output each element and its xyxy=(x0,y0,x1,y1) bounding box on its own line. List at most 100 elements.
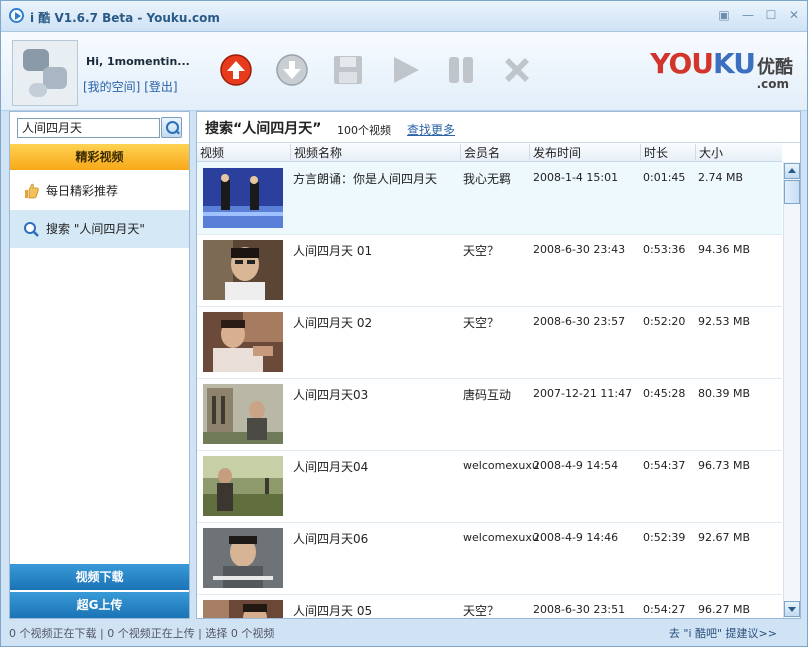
video-user: 唐码互动 xyxy=(463,388,512,402)
status-bar: 0 个视频正在下载 | 0 个视频正在上传 | 选择 0 个视频 去 "i 酷吧… xyxy=(1,622,807,646)
search-input[interactable]: 人间四月天 xyxy=(17,118,160,138)
video-title: 人间四月天 01 xyxy=(293,244,373,258)
avatar[interactable] xyxy=(12,40,78,106)
video-user: 天空？ xyxy=(463,604,500,618)
youku-logo: YOUKU 优酷 .com xyxy=(650,47,793,91)
video-thumbnail[interactable] xyxy=(203,384,283,444)
table-row[interactable]: 人间四月天06 welcomexuxu 2008-4-9 14:46 0:52:… xyxy=(197,522,782,595)
table-header: 视频 视频名称 会员名 发布时间 时长 大小 xyxy=(197,143,782,162)
scroll-down-button[interactable] xyxy=(784,601,800,617)
video-title: 人间四月天04 xyxy=(293,460,369,474)
sidebar: 人间四月天 精彩视频 每日精彩推荐 搜索 "人间四月天" 视频下载 超G上传 xyxy=(9,111,190,619)
restore-icon[interactable]: ▣ xyxy=(717,8,731,22)
video-size: 92.67 MB xyxy=(698,531,751,544)
thumbs-up-icon xyxy=(25,183,39,199)
table-row[interactable]: 人间四月天04 welcomexuxu 2008-4-9 14:54 0:54:… xyxy=(197,450,782,523)
video-thumbnail[interactable] xyxy=(203,528,283,588)
video-date: 2008-4-9 14:46 xyxy=(533,531,619,544)
video-size: 80.39 MB xyxy=(698,387,751,400)
video-date: 2008-1-4 15:01 xyxy=(533,171,619,184)
sidebar-item-search-result[interactable]: 搜索 "人间四月天" xyxy=(10,210,189,248)
video-duration: 0:53:36 xyxy=(643,243,686,256)
video-size: 96.73 MB xyxy=(698,459,751,472)
save-disk-icon[interactable] xyxy=(332,54,364,86)
video-title: 人间四月天03 xyxy=(293,388,369,402)
account-links: [我的空间] [登出] xyxy=(83,78,178,95)
minimize-icon[interactable]: — xyxy=(741,8,755,22)
video-user: 我心无羁 xyxy=(463,172,512,186)
video-user: welcomexuxu xyxy=(463,459,539,472)
video-duration: 0:54:37 xyxy=(643,459,686,472)
status-text: 0 个视频正在下载 | 0 个视频正在上传 | 选择 0 个视频 xyxy=(9,627,275,640)
search-button[interactable] xyxy=(161,117,182,138)
video-duration: 0:01:45 xyxy=(643,171,686,184)
col-user[interactable]: 会员名 xyxy=(460,144,500,160)
video-thumbnail[interactable] xyxy=(203,168,283,228)
video-user: welcomexuxu xyxy=(463,531,539,544)
video-date: 2008-6-30 23:43 xyxy=(533,243,626,256)
col-date[interactable]: 发布时间 xyxy=(529,144,581,160)
video-duration: 0:45:28 xyxy=(643,387,686,400)
greeting: Hi, 1momentin... xyxy=(86,55,190,68)
scroll-up-button[interactable] xyxy=(784,163,800,179)
video-date: 2008-6-30 23:57 xyxy=(533,315,626,328)
scroll-thumb[interactable] xyxy=(784,180,800,204)
download-arrow-icon[interactable] xyxy=(276,54,308,86)
upload-button[interactable]: 超G上传 xyxy=(10,592,189,618)
play-icon[interactable] xyxy=(390,54,422,86)
search-icon xyxy=(24,222,39,237)
maximize-icon[interactable]: ☐ xyxy=(764,8,778,22)
upload-arrow-icon[interactable] xyxy=(220,54,252,86)
feedback-link[interactable]: 去 "i 酷吧" 提建议>> xyxy=(669,622,777,646)
results-header: 搜索“人间四月天” 100个视频 查找更多 xyxy=(197,112,800,143)
video-thumbnail[interactable] xyxy=(203,600,283,618)
title-bar: i 酷 V1.6.7 Beta - Youku.com ▣ — ☐ ✕ xyxy=(1,1,807,32)
video-thumbnail[interactable] xyxy=(203,240,283,300)
video-title: 人间四月天 02 xyxy=(293,316,373,330)
section-title[interactable]: 精彩视频 xyxy=(10,144,189,170)
vertical-scrollbar[interactable] xyxy=(783,162,800,618)
col-title[interactable]: 视频名称 xyxy=(290,144,342,160)
video-user: 天空？ xyxy=(463,244,500,258)
video-download-button[interactable]: 视频下载 xyxy=(10,564,189,590)
video-title: 方言朗诵：你是人间四月天 xyxy=(293,172,438,186)
video-size: 92.53 MB xyxy=(698,315,751,328)
col-video[interactable]: 视频 xyxy=(197,144,224,160)
my-space-link[interactable]: [我的空间] xyxy=(83,80,140,94)
table-row[interactable]: 方言朗诵：你是人间四月天 我心无羁 2008-1-4 15:01 0:01:45… xyxy=(197,162,782,235)
logout-link[interactable]: [登出] xyxy=(144,80,177,94)
col-duration[interactable]: 时长 xyxy=(640,144,668,160)
table-row[interactable]: 人间四月天 02 天空？ 2008-6-30 23:57 0:52:20 92.… xyxy=(197,306,782,379)
col-size[interactable]: 大小 xyxy=(695,144,723,160)
table-row[interactable]: 人间四月天03 唐码互动 2007-12-21 11:47 0:45:28 80… xyxy=(197,378,782,451)
app-logo-icon xyxy=(9,8,24,23)
video-title: 人间四月天06 xyxy=(293,532,369,546)
header-panel: Hi, 1momentin... [我的空间] [登出] YOUKU 优酷 .co… xyxy=(1,32,807,111)
video-size: 94.36 MB xyxy=(698,243,751,256)
video-duration: 0:54:27 xyxy=(643,603,686,616)
table-row[interactable]: 人间四月天 01 天空？ 2008-6-30 23:43 0:53:36 94.… xyxy=(197,234,782,307)
close-icon[interactable]: ✕ xyxy=(787,8,801,22)
video-date: 2007-12-21 11:47 xyxy=(533,387,633,400)
results-panel: 搜索“人间四月天” 100个视频 查找更多 视频 视频名称 会员名 发布时间 时… xyxy=(196,111,801,619)
results-list: 方言朗诵：你是人间四月天 我心无羁 2008-1-4 15:01 0:01:45… xyxy=(197,162,782,618)
video-thumbnail[interactable] xyxy=(203,456,283,516)
video-duration: 0:52:39 xyxy=(643,531,686,544)
result-count: 100个视频 xyxy=(337,124,391,137)
video-title: 人间四月天 05 xyxy=(293,604,373,618)
window-title: i 酷 V1.6.7 Beta - Youku.com xyxy=(30,11,220,25)
chevron-up-icon xyxy=(788,168,796,173)
video-thumbnail[interactable] xyxy=(203,312,283,372)
table-row[interactable]: 人间四月天 05 天空？ 2008-6-30 23:51 0:54:27 96.… xyxy=(197,594,782,618)
video-size: 2.74 MB xyxy=(698,171,744,184)
video-user: 天空？ xyxy=(463,316,500,330)
video-duration: 0:52:20 xyxy=(643,315,686,328)
pause-icon[interactable] xyxy=(445,54,477,86)
delete-x-icon[interactable] xyxy=(501,54,533,86)
video-date: 2008-4-9 14:54 xyxy=(533,459,619,472)
find-more-link[interactable]: 查找更多 xyxy=(407,121,455,138)
sidebar-item-daily-picks[interactable]: 每日精彩推荐 xyxy=(10,172,189,210)
page-title: 搜索“人间四月天” xyxy=(205,121,322,137)
video-size: 96.27 MB xyxy=(698,603,751,616)
app-window: i 酷 V1.6.7 Beta - Youku.com ▣ — ☐ ✕ Hi, … xyxy=(0,0,808,647)
